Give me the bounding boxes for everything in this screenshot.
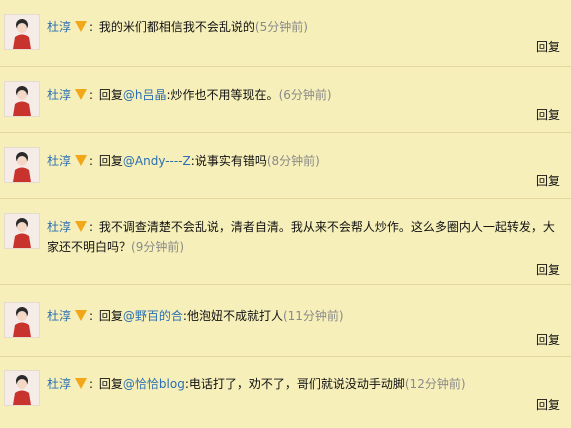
vip-v-icon: [75, 155, 88, 166]
avatar[interactable]: [4, 14, 40, 50]
comment-time: (5分钟前): [254, 20, 308, 34]
reply-prefix: 回复: [98, 377, 123, 391]
colon: :: [89, 377, 94, 391]
reply-prefix: 回复: [98, 309, 123, 323]
reply-prefix: 回复: [98, 88, 123, 102]
reply-prefix: 回复: [98, 154, 123, 168]
comment-text: :说事实有错吗: [190, 154, 267, 168]
divider: [0, 66, 571, 67]
divider: [0, 132, 571, 133]
reply-button[interactable]: 回复: [536, 396, 560, 413]
author-name[interactable]: 杜淳: [47, 20, 71, 34]
mention-link[interactable]: @野百的合: [123, 309, 183, 323]
author-name[interactable]: 杜淳: [47, 154, 71, 168]
colon: :: [89, 88, 94, 102]
vip-v-icon: [75, 310, 88, 321]
avatar[interactable]: [4, 213, 40, 249]
reply-button[interactable]: 回复: [536, 261, 560, 278]
comment-time: (12分钟前): [404, 377, 466, 391]
vip-v-icon: [75, 378, 88, 389]
reply-button[interactable]: 回复: [536, 172, 560, 189]
avatar[interactable]: [4, 147, 40, 183]
comment-time: (11分钟前): [282, 309, 344, 323]
vip-v-icon: [75, 21, 88, 32]
comment-text: 我不调查清楚不会乱说，清者自清。我从来不会帮人炒作。这么多圈内人一起转发，大家还…: [47, 220, 555, 254]
comment-text: :电话打了，劝不了，哥们就说没动手动脚: [184, 377, 405, 391]
comment-list: 杜淳: 我的米们都相信我不会乱说的(5分钟前) 回复 杜淳: 回复@h吕晶:炒作…: [0, 0, 571, 428]
divider: [0, 198, 571, 199]
vip-v-icon: [75, 89, 88, 100]
mention-link[interactable]: @恰恰blog: [123, 377, 185, 391]
colon: :: [89, 220, 94, 234]
avatar[interactable]: [4, 370, 40, 406]
mention-link[interactable]: @h吕晶: [123, 88, 167, 102]
author-name[interactable]: 杜淳: [47, 220, 71, 234]
comment-time: (9分钟前): [131, 240, 185, 254]
vip-v-icon: [75, 221, 88, 232]
comment-text: 我的米们都相信我不会乱说的: [98, 20, 255, 34]
reply-button[interactable]: 回复: [536, 331, 560, 348]
comment-text: :他泡妞不成就打人: [182, 309, 283, 323]
comment-time: (8分钟前): [266, 154, 320, 168]
divider: [0, 356, 571, 357]
reply-button[interactable]: 回复: [536, 38, 560, 55]
colon: :: [89, 309, 94, 323]
author-name[interactable]: 杜淳: [47, 377, 71, 391]
author-name[interactable]: 杜淳: [47, 88, 71, 102]
mention-link[interactable]: @Andy----Z: [123, 154, 191, 168]
avatar[interactable]: [4, 302, 40, 338]
comment-text: :炒作也不用等现在。: [166, 88, 279, 102]
colon: :: [89, 154, 94, 168]
comment-time: (6分钟前): [278, 88, 332, 102]
author-name[interactable]: 杜淳: [47, 309, 71, 323]
reply-button[interactable]: 回复: [536, 106, 560, 123]
divider: [0, 284, 571, 285]
colon: :: [89, 20, 94, 34]
avatar[interactable]: [4, 81, 40, 117]
